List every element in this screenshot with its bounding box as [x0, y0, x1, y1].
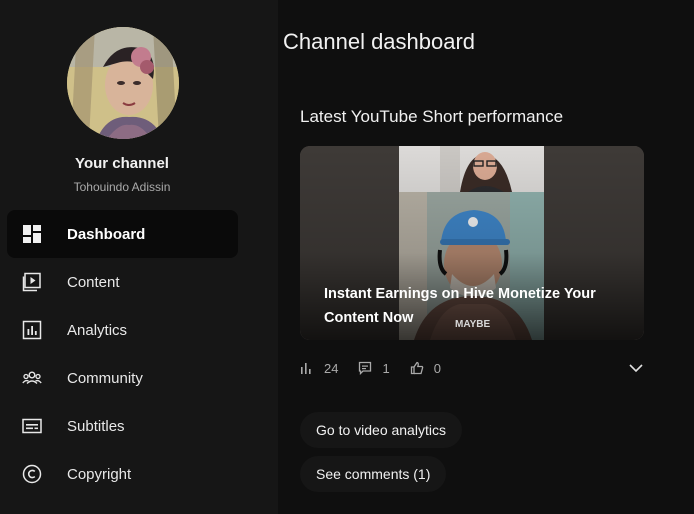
sidebar-nav: Dashboard Content Analytics Community Su… — [7, 210, 238, 498]
comments-stat: 1 — [358, 360, 390, 376]
sidebar-item-content[interactable]: Content — [7, 258, 238, 306]
sidebar-item-label: Content — [67, 273, 120, 291]
channel-avatar[interactable] — [67, 27, 179, 139]
analytics-icon — [21, 319, 43, 341]
video-title: Instant Earnings on Hive Monetize Your C… — [324, 286, 596, 326]
sidebar-item-subtitles[interactable]: Subtitles — [7, 402, 238, 450]
sidebar-item-community[interactable]: Community — [7, 354, 238, 402]
channel-title: Your channel — [75, 155, 169, 172]
video-thumbnail[interactable]: MAYBE Instant Earnings on Hive Monetize … — [300, 146, 644, 340]
chevron-down-icon[interactable] — [628, 360, 644, 376]
dashboard-icon — [21, 223, 43, 245]
page-title: Channel dashboard — [283, 29, 476, 54]
sidebar-item-dashboard[interactable]: Dashboard — [7, 210, 238, 258]
comments-icon — [359, 361, 372, 375]
see-comments-button[interactable]: See comments (1) — [300, 456, 447, 492]
avatar-illustration — [67, 27, 179, 139]
views-icon — [301, 363, 311, 374]
sidebar: Your channel Tohouindo Adissin Dashboard… — [0, 0, 278, 514]
community-icon — [21, 367, 43, 389]
channel-name: Tohouindo Adissin — [73, 180, 171, 194]
sidebar-item-label: Subtitles — [67, 417, 125, 435]
likes-stat: 0 — [410, 361, 441, 376]
main-content: Channel dashboard Latest YouTube Short p… — [278, 0, 694, 514]
views-stat: 24 — [300, 361, 338, 376]
copyright-icon — [21, 463, 43, 485]
sidebar-item-label: Dashboard — [67, 225, 146, 243]
sidebar-item-label: Analytics — [67, 321, 128, 339]
likes-count: 0 — [433, 360, 441, 376]
subtitles-icon — [21, 415, 43, 437]
views-count: 24 — [324, 360, 339, 376]
video-stats: 24 1 0 — [300, 358, 644, 378]
thumbs-up-icon — [410, 361, 423, 375]
video-analytics-button[interactable]: Go to video analytics — [300, 412, 462, 448]
sidebar-item-label: Community — [67, 369, 143, 387]
card-title: Latest YouTube Short performance — [300, 107, 564, 126]
sidebar-item-label: Copyright — [67, 465, 132, 483]
content-icon — [21, 271, 43, 293]
sidebar-item-copyright[interactable]: Copyright — [7, 450, 238, 498]
sidebar-item-analytics[interactable]: Analytics — [7, 306, 238, 354]
comments-count: 1 — [382, 360, 390, 376]
